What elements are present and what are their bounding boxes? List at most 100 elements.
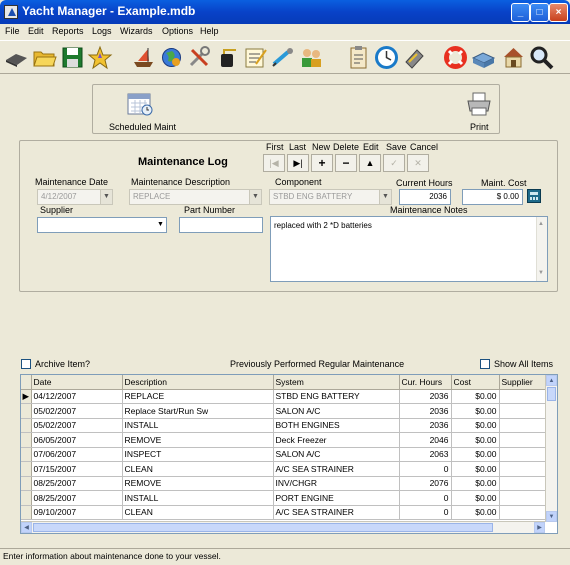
scroll-left-icon[interactable]: ◀: [21, 522, 32, 533]
cell-cost[interactable]: $0.00: [451, 490, 500, 506]
table-row[interactable]: 07/06/2007 INSPECT SALON A/C 2063 $0.00: [21, 447, 548, 462]
cell-description[interactable]: Replace Start/Run Sw: [122, 403, 274, 419]
cell-system[interactable]: SALON A/C: [273, 403, 400, 419]
cell-system[interactable]: INV/CHGR: [273, 476, 400, 491]
new-record-button[interactable]: +: [311, 154, 333, 172]
table-row[interactable]: 06/05/2007 REMOVE Deck Freezer 2046 $0.0…: [21, 432, 548, 448]
col-header-description[interactable]: Description: [122, 375, 274, 390]
cell-date[interactable]: 08/25/2007: [31, 490, 123, 506]
row-selector[interactable]: [21, 403, 32, 419]
menu-wizards[interactable]: Wizards: [120, 26, 153, 36]
cell-description[interactable]: INSTALL: [122, 490, 274, 506]
cell-supplier[interactable]: [499, 403, 548, 419]
cell-date[interactable]: 06/05/2007: [31, 432, 123, 448]
cell-cost[interactable]: $0.00: [451, 432, 500, 448]
favorites-icon[interactable]: [87, 44, 114, 71]
maintenance-description-field[interactable]: REPLACE ▼: [129, 189, 262, 205]
pump-icon[interactable]: [270, 44, 297, 71]
cell-description[interactable]: REPLACE: [122, 389, 274, 404]
clock-icon[interactable]: [373, 44, 400, 71]
cell-cost[interactable]: $0.00: [451, 505, 500, 520]
edit-record-button[interactable]: ▲: [359, 154, 381, 172]
cell-cost[interactable]: $0.00: [451, 403, 500, 419]
table-row[interactable]: 08/25/2007 REMOVE INV/CHGR 2076 $0.00: [21, 476, 548, 491]
print-setup-icon[interactable]: [3, 44, 30, 71]
first-record-button[interactable]: |◀: [263, 154, 285, 172]
scheduled-maint-button[interactable]: [126, 91, 154, 117]
date-dropdown-icon[interactable]: ▼: [100, 190, 112, 204]
print-label[interactable]: Print: [470, 122, 489, 132]
show-all-checkbox[interactable]: [480, 359, 490, 369]
row-selector[interactable]: [21, 476, 32, 491]
grid-vertical-scrollbar[interactable]: ▲ ▼: [545, 375, 557, 522]
row-selector[interactable]: [21, 418, 32, 433]
cell-system[interactable]: A/C SEA STRAINER: [273, 461, 400, 477]
cell-date[interactable]: 07/15/2007: [31, 461, 123, 477]
col-header-date[interactable]: Date: [31, 375, 123, 390]
cell-system[interactable]: PORT ENGINE: [273, 490, 400, 506]
menu-help[interactable]: Help: [200, 26, 219, 36]
cell-cur-hours[interactable]: 2036: [399, 403, 452, 419]
cell-system[interactable]: SALON A/C: [273, 447, 400, 462]
col-header-cur-hours[interactable]: Cur. Hours: [399, 375, 452, 390]
cell-cur-hours[interactable]: 0: [399, 490, 452, 506]
cell-supplier[interactable]: [499, 461, 548, 477]
col-header-supplier[interactable]: Supplier: [499, 375, 548, 390]
row-selector[interactable]: [21, 505, 32, 520]
cell-cur-hours[interactable]: 2036: [399, 389, 452, 404]
cell-supplier[interactable]: [499, 490, 548, 506]
fuel-icon[interactable]: [401, 44, 428, 71]
cell-date[interactable]: 05/02/2007: [31, 418, 123, 433]
cell-cur-hours[interactable]: 2076: [399, 476, 452, 491]
menu-file[interactable]: File: [5, 26, 20, 36]
description-dropdown-icon[interactable]: ▼: [249, 190, 261, 204]
cell-cost[interactable]: $0.00: [451, 389, 500, 404]
cell-cur-hours[interactable]: 2036: [399, 418, 452, 433]
calculator-icon[interactable]: [527, 189, 541, 203]
cell-cost[interactable]: $0.00: [451, 476, 500, 491]
cell-system[interactable]: Deck Freezer: [273, 432, 400, 448]
cell-system[interactable]: A/C SEA STRAINER: [273, 505, 400, 520]
cell-system[interactable]: BOTH ENGINES: [273, 418, 400, 433]
menu-options[interactable]: Options: [162, 26, 193, 36]
cell-cur-hours[interactable]: 0: [399, 461, 452, 477]
maintenance-date-field[interactable]: 4/12/2007 ▼: [37, 189, 113, 205]
notes-icon[interactable]: [242, 44, 269, 71]
maint-cost-field[interactable]: $ 0.00: [462, 189, 523, 205]
maintenance-icon[interactable]: [214, 44, 241, 71]
col-header-cost[interactable]: Cost: [451, 375, 500, 390]
table-row[interactable]: 05/02/2007 INSTALL BOTH ENGINES 2036 $0.…: [21, 418, 548, 433]
cell-cost[interactable]: $0.00: [451, 461, 500, 477]
cell-cost[interactable]: $0.00: [451, 418, 500, 433]
row-selector[interactable]: [21, 461, 32, 477]
tools-icon[interactable]: [186, 44, 213, 71]
cell-description[interactable]: INSPECT: [122, 447, 274, 462]
row-selector[interactable]: [21, 432, 32, 448]
minimize-button[interactable]: _: [511, 3, 530, 22]
scroll-up-icon[interactable]: ▲: [546, 375, 557, 386]
archive-checkbox[interactable]: [21, 359, 31, 369]
maximize-button[interactable]: □: [530, 3, 549, 22]
vertical-scroll-thumb[interactable]: [547, 387, 556, 401]
cell-system[interactable]: STBD ENG BATTERY: [273, 389, 400, 404]
cell-description[interactable]: CLEAN: [122, 505, 274, 520]
part-number-field[interactable]: [179, 217, 263, 233]
menu-logs[interactable]: Logs: [92, 26, 112, 36]
close-button[interactable]: ×: [549, 3, 568, 22]
notes-scrollbar[interactable]: ▲ ▼: [536, 217, 547, 281]
boat-icon[interactable]: [130, 44, 157, 71]
row-selector[interactable]: [21, 490, 32, 506]
app-icon[interactable]: [4, 5, 18, 19]
cell-cost[interactable]: $0.00: [451, 447, 500, 462]
supplier-dropdown-icon[interactable]: ▼: [154, 218, 166, 232]
search-icon[interactable]: [528, 44, 555, 71]
cell-supplier[interactable]: [499, 389, 548, 404]
row-selector[interactable]: [21, 447, 32, 462]
cell-description[interactable]: REMOVE: [122, 432, 274, 448]
cell-supplier[interactable]: [499, 447, 548, 462]
cell-supplier[interactable]: [499, 432, 548, 448]
table-row[interactable]: 09/10/2007 CLEAN A/C SEA STRAINER 0 $0.0…: [21, 505, 548, 520]
cancel-record-button[interactable]: ✕: [407, 154, 429, 172]
table-row[interactable]: 07/15/2007 CLEAN A/C SEA STRAINER 0 $0.0…: [21, 461, 548, 477]
table-row[interactable]: ▶ 04/12/2007 REPLACE STBD ENG BATTERY 20…: [21, 389, 548, 404]
